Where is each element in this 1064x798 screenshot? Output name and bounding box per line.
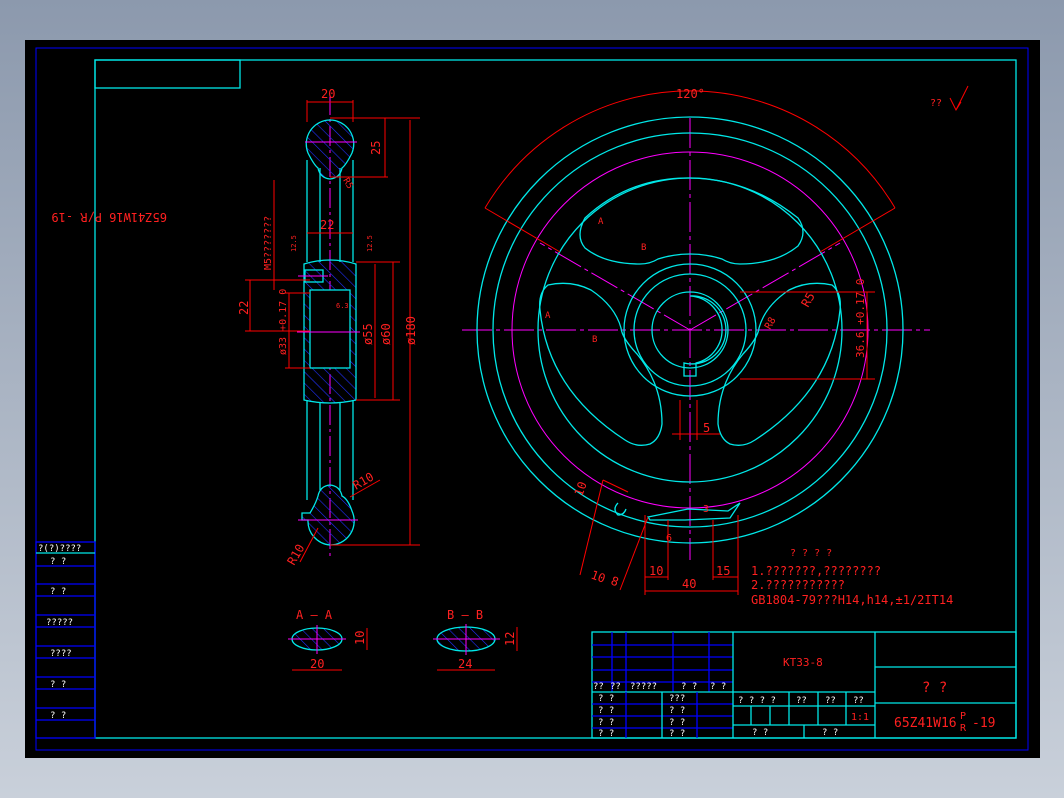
tb-cell: ? ? ? ? [738,696,776,706]
dim-label: 40 [682,577,696,591]
tb-cell: ? ? [822,728,838,738]
material-label: KT33-8 [783,656,823,669]
tb-cell: ?? [593,682,604,692]
part-name: ? ? [922,680,947,696]
tb-cell: ?? [796,696,807,706]
outer-frame [35,47,1029,751]
dim-label: 8 [609,574,621,590]
dim-label: ø55 [361,323,375,345]
dim-label: ø60 [379,323,393,345]
roughness-symbol: 12.5 [290,235,298,252]
thread-note: M5??????? [263,216,274,270]
dim-label: 5 [703,421,710,435]
dim-label: R8 [763,316,779,332]
section-bb: B — B 24 12 [433,608,518,671]
dim-label: 10 [572,480,590,498]
dim-label: 12 [503,632,517,646]
dim-label: 20 [310,657,324,671]
dim-label: R5 [798,290,817,310]
cad-drawing-sheet: 65Z41W16 P/R -19 ?(?)???? ? ? ? ? ????? … [25,40,1040,758]
left-strip-cell: ? ? [50,557,66,567]
dim-label: 3 [703,504,709,515]
title-block: ?? ?? ????? ? ? ? ? ? ? ??? ? ? ? ? ? ? … [591,631,1017,739]
tb-cell: ??? [669,694,685,704]
dim-label: 25 [369,141,383,155]
drawing-canvas: 65Z41W16 P/R -19 ?(?)???? ? ? ? ? ????? … [35,47,1029,751]
upside-title: 65Z41W16 P/R -19 [51,210,167,224]
section-aa-label: A — A [296,608,333,622]
roughness-note: ?? [930,98,942,109]
tb-cell: ?? [825,696,836,706]
dim-label: 6 [666,533,672,544]
dim-label: 10 [589,568,607,586]
left-strip-cell: ? ? [50,711,66,721]
tb-cell: ? ? [752,728,768,738]
drawing-number-suffix: -19 [972,716,995,731]
front-view: 120° ?? A A B B 36.6 +0.17 0 R5 R8 5 10 … [462,85,969,595]
notes-heading: ? ? ? ? [790,548,832,559]
tb-cell: ? ? [681,682,697,692]
tb-cell: ?? [610,682,621,692]
side-view: 20 25 R5 22 12.5 12.5 M5??????? 22 ø33 +… [237,87,420,568]
drawing-number-sup: P [960,711,966,722]
tb-cell: ? ? [598,718,614,728]
note-line: 1.???????,???????? [751,564,881,578]
dim-label: 24 [458,657,472,671]
dim-label: 20 [321,87,335,101]
tb-cell: ? ? [669,706,685,716]
dim-label: 36.6 +0.17 0 [854,279,867,358]
inner-frame [94,59,1017,739]
note-line: 2.??????????? [751,578,845,592]
upside-title-box [94,59,241,89]
dim-label: 22 [237,301,251,315]
left-strip-cell: ? ? [50,587,66,597]
tb-cell: ? ? [598,706,614,716]
roughness-symbol: 6.3 [336,302,349,310]
section-aa: A — A 20 10 [288,608,368,671]
tb-cell: ? ? [598,729,614,739]
angle-label: 120° [676,87,705,101]
section-marker: A [598,217,604,227]
dim-label: R10 [284,542,307,568]
tb-cell: ? ? [598,694,614,704]
left-strip-cell: ????? [46,618,73,628]
note-line: GB1804-79???H14,h14,±1/2IT14 [751,593,953,607]
tb-cell: ? ? [710,682,726,692]
roughness-symbol: 12.5 [366,235,374,252]
technical-notes: ? ? ? ? 1.???????,???????? 2.???????????… [751,548,953,607]
drawing-number: 65Z41W16 P R -19 [894,711,995,734]
drawing-number-main: 65Z41W16 [894,716,957,731]
left-strip-cell: ???? [50,649,72,659]
tb-cell: ? ? [669,729,685,739]
drawing-number-sub: R [960,723,967,734]
section-marker: B [592,335,597,345]
tb-cell: ????? [630,682,657,692]
dim-label: 10 [649,564,663,578]
left-strip-table: ?(?)???? ? ? ? ? ????? ???? ? ? ? ? [35,541,96,739]
tb-cell: ? ? [669,718,685,728]
section-marker: A [545,311,551,321]
dim-label: ø33 +0.17 0 [278,289,289,355]
section-bb-label: B — B [447,608,483,622]
tb-cell: ?? [853,696,864,706]
scale-label: 1:1 [851,712,869,723]
dim-label: 10 [353,631,367,645]
dim-label: ø180 [404,316,418,345]
left-strip-cell: ?(?)???? [38,544,81,554]
dim-label: 22 [320,218,334,232]
dim-label: 15 [716,564,730,578]
section-marker: B [641,243,646,253]
dim-label: R10 [351,470,377,493]
left-strip-cell: ? ? [50,680,66,690]
